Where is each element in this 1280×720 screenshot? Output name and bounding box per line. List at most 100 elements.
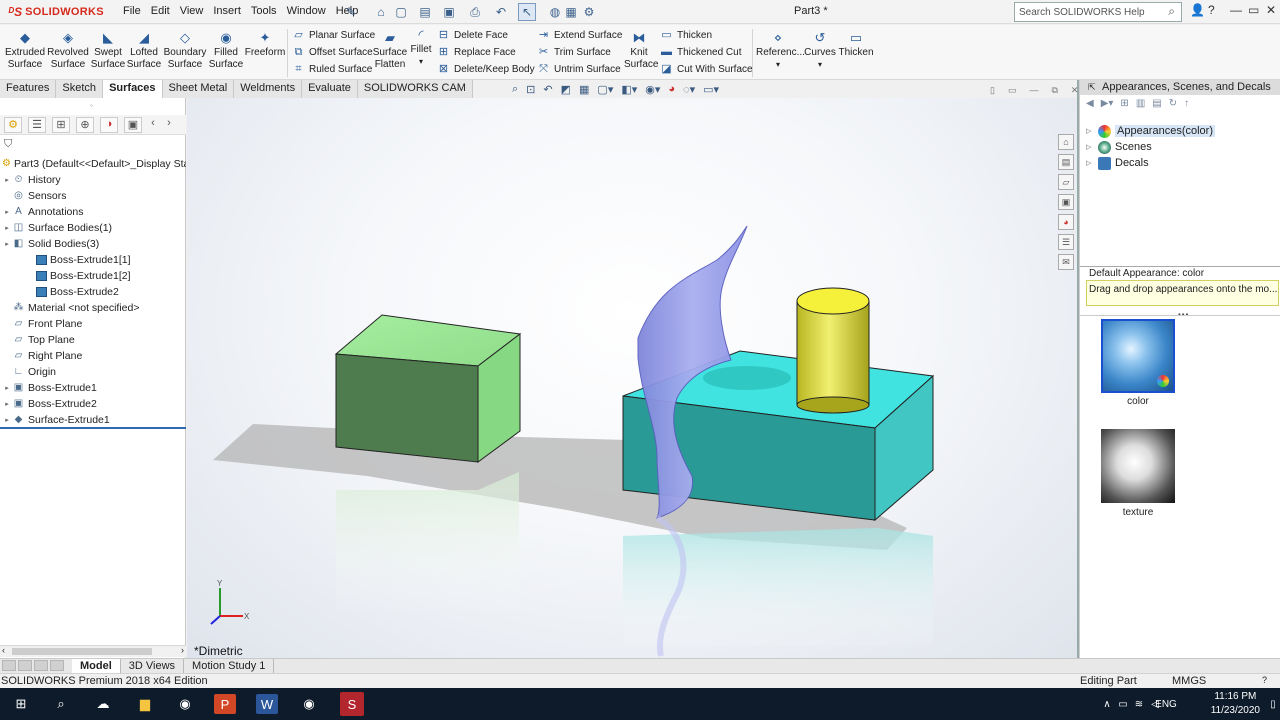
- save-icon[interactable]: ▣: [440, 3, 458, 21]
- tab-3d-views[interactable]: 3D Views: [121, 658, 185, 674]
- file-properties-icon[interactable]: ▦: [562, 3, 580, 21]
- filled-surface-button[interactable]: ◉ Filled Surface: [208, 31, 244, 71]
- tree-item[interactable]: ▸ ◆ Surface-Extrude1: [0, 412, 186, 428]
- view-settings-icon[interactable]: ▭▾: [703, 83, 719, 96]
- tree-item[interactable]: ▸ ⏲ History: [0, 172, 186, 188]
- select-icon[interactable]: ↖: [518, 3, 536, 21]
- scroll-left-icon[interactable]: ‹: [2, 645, 5, 655]
- refresh-icon[interactable]: ↻: [1169, 98, 1177, 109]
- display-manager-icon[interactable]: ◑: [100, 116, 118, 133]
- viewport-tile-icon[interactable]: ▭: [1008, 85, 1017, 96]
- cam-manager-icon[interactable]: ▣: [124, 116, 142, 133]
- apply-scene-icon[interactable]: ◌▾: [683, 83, 695, 96]
- untrim-surface-button[interactable]: ⤧ Untrim Surface: [537, 61, 621, 77]
- boundary-surface-button[interactable]: ◇ Boundary Surface: [162, 31, 208, 71]
- solidworks-logo[interactable]: ᴰS SOLIDWORKS: [8, 4, 104, 20]
- scroll-left-icon[interactable]: ‹: [148, 117, 158, 133]
- expand-arrow-icon[interactable]: ▸: [2, 208, 12, 216]
- tree-item[interactable]: ⁂ Material <not specified>: [0, 300, 186, 316]
- thicken-large-button[interactable]: ▭ Thicken: [838, 31, 874, 59]
- tab-model[interactable]: Model: [72, 658, 121, 674]
- dynamic-annotation-icon[interactable]: ▦: [579, 83, 589, 96]
- view-palette-icon[interactable]: ▣: [1058, 194, 1074, 210]
- hide-show-items-icon[interactable]: ◉▾: [645, 83, 660, 96]
- up-icon[interactable]: ↑: [1184, 98, 1189, 109]
- knit-surface-button[interactable]: ⧓ Knit Surface: [624, 31, 658, 71]
- forward-icon[interactable]: ▶▾: [1101, 98, 1114, 109]
- close-icon[interactable]: ✕: [1266, 3, 1276, 17]
- search-icon[interactable]: ⌕: [50, 694, 72, 714]
- library-icon[interactable]: ▥: [1136, 98, 1145, 109]
- expand-icon[interactable]: ▷: [1086, 159, 1094, 167]
- thickened-cut-button[interactable]: ▬ Thickened Cut: [660, 44, 741, 60]
- surface-flatten-button[interactable]: ▰ Surface Flatten: [372, 31, 408, 71]
- ruled-surface-button[interactable]: ⌗ Ruled Surface: [292, 61, 372, 77]
- tree-item[interactable]: Boss-Extrude1[1]: [0, 252, 186, 268]
- file-explorer-icon[interactable]: ▱: [1058, 174, 1074, 190]
- help-search-input[interactable]: Search SOLIDWORKS Help ⌕: [1014, 2, 1182, 22]
- add-location-icon[interactable]: ⊞: [1120, 98, 1128, 109]
- folder-icon[interactable]: ▤: [1152, 98, 1161, 109]
- menu-file[interactable]: File: [118, 5, 146, 17]
- thicken-button[interactable]: ▭ Thicken: [660, 27, 712, 43]
- powerpoint-icon[interactable]: P: [214, 694, 236, 714]
- tree-item[interactable]: ▸ A Annotations: [0, 204, 186, 220]
- scrollbar-thumb[interactable]: [12, 648, 152, 655]
- replace-face-button[interactable]: ⊞ Replace Face: [437, 44, 516, 60]
- scenes-node[interactable]: ▷ Scenes: [1086, 139, 1215, 155]
- appearances-tab-icon[interactable]: ◕: [1058, 214, 1074, 230]
- menu-edit[interactable]: Edit: [146, 5, 175, 17]
- menu-tools[interactable]: Tools: [246, 5, 282, 17]
- new-document-icon[interactable]: ▢: [392, 3, 410, 21]
- file-explorer-icon[interactable]: ▆: [134, 694, 156, 714]
- back-icon[interactable]: ◀: [1086, 98, 1094, 109]
- chrome-icon[interactable]: ◉: [174, 694, 196, 714]
- tab-solidworks-cam[interactable]: SOLIDWORKS CAM: [357, 80, 473, 98]
- viewport-minimize-icon[interactable]: —: [1029, 85, 1038, 96]
- tab-features[interactable]: Features: [0, 80, 57, 98]
- undo-icon[interactable]: ↶: [492, 3, 510, 21]
- decals-node[interactable]: ▷ Decals: [1086, 155, 1215, 171]
- trim-surface-button[interactable]: ✂ Trim Surface: [537, 44, 611, 60]
- model-view[interactable]: Y X: [187, 98, 1077, 658]
- cut-with-surface-button[interactable]: ◪ Cut With Surface: [660, 61, 752, 77]
- tab-weldments[interactable]: Weldments: [234, 80, 303, 98]
- pane-splitter[interactable]: [1080, 266, 1280, 267]
- notifications-icon[interactable]: ▯: [1262, 694, 1280, 714]
- tree-horizontal-scrollbar[interactable]: ‹ ›: [0, 645, 186, 657]
- boss-extrude1-green-box[interactable]: [334, 314, 522, 463]
- word-icon[interactable]: W: [256, 694, 278, 714]
- menu-insert[interactable]: Insert: [208, 5, 246, 17]
- prev-tab-icon[interactable]: [18, 659, 32, 671]
- tab-motion-study[interactable]: Motion Study 1: [184, 658, 275, 674]
- pin-icon[interactable]: ⇱: [1088, 80, 1096, 95]
- last-tab-icon[interactable]: [50, 659, 64, 671]
- tree-item[interactable]: Boss-Extrude2: [0, 284, 186, 300]
- appearances-color-node[interactable]: ▷ Appearances(color): [1086, 123, 1215, 139]
- menu-view[interactable]: View: [175, 5, 209, 17]
- panel-collapse-handle[interactable]: ◦: [90, 101, 93, 110]
- tab-surfaces[interactable]: Surfaces: [103, 80, 163, 98]
- swept-surface-button[interactable]: ◣ Swept Surface: [90, 31, 126, 71]
- view-orientation-icon[interactable]: ▢▾: [597, 83, 613, 96]
- home-icon[interactable]: ⌂: [372, 3, 390, 21]
- open-icon[interactable]: ▤: [416, 3, 434, 21]
- dropdown-arrow-icon[interactable]: ▾: [776, 60, 780, 69]
- offset-surface-button[interactable]: ⧉ Offset Surface: [292, 44, 373, 60]
- forum-icon[interactable]: ✉: [1058, 254, 1074, 270]
- filter-icon[interactable]: ⛉: [4, 138, 12, 151]
- curves-button[interactable]: ↺ Curves ▾: [804, 31, 836, 71]
- tree-item[interactable]: ▸ ◫ Surface Bodies(1): [0, 220, 186, 236]
- scroll-right-icon[interactable]: ›: [164, 117, 174, 133]
- tree-item[interactable]: ▱ Front Plane: [0, 316, 186, 332]
- solidworks-taskbar-icon[interactable]: S: [340, 692, 364, 716]
- status-units[interactable]: MMGS: [1172, 675, 1206, 687]
- expand-icon[interactable]: ▷: [1086, 143, 1094, 151]
- extend-surface-button[interactable]: ⇥ Extend Surface: [537, 27, 622, 43]
- next-tab-icon[interactable]: [34, 659, 48, 671]
- zoom-to-area-icon[interactable]: ⊡: [526, 83, 535, 96]
- revolved-surface-button[interactable]: ◈ Revolved Surface: [46, 31, 90, 71]
- system-clock[interactable]: 11:16 PM 11/23/2020: [1211, 690, 1260, 718]
- delete-face-button[interactable]: ⊟ Delete Face: [437, 27, 508, 43]
- tree-item[interactable]: ▱ Right Plane: [0, 348, 186, 364]
